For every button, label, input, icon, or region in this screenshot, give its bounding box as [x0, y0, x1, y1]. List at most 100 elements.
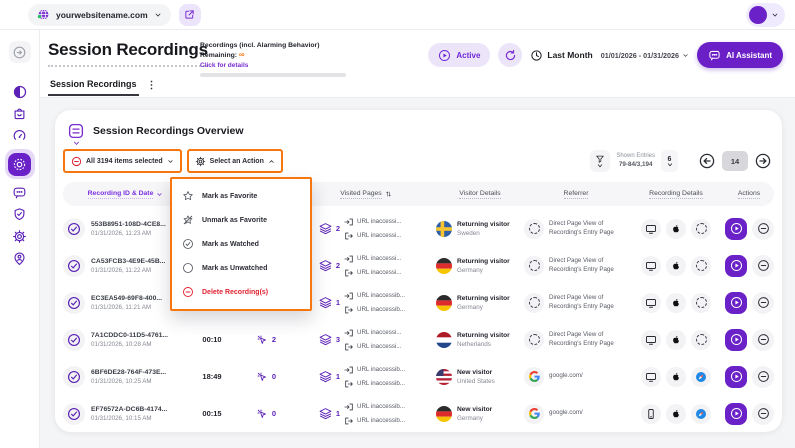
menu-item-unmark-favorite[interactable]: Unmark as Favorite: [172, 208, 310, 232]
sidebar-collapse-button[interactable]: [9, 41, 31, 63]
apple-icon: [666, 219, 686, 239]
header-controls: Active Last Month 01/01/2026 - 01/31/202…: [428, 42, 783, 68]
pagination: Shown Entries 79-84/3,194 6 14: [590, 150, 772, 172]
menu-item-mark-favorite[interactable]: Mark as Favorite: [172, 184, 310, 208]
action-dropdown-menu: Mark as Favorite Unmark as Favorite Mark…: [170, 177, 312, 311]
action-dropdown-button[interactable]: Select an Action: [187, 149, 283, 173]
circle-icon: [182, 262, 194, 274]
exclude-recording-button[interactable]: [752, 329, 774, 351]
desktop-icon: [641, 330, 661, 350]
gear-icon: [12, 229, 27, 244]
column-visitor-details[interactable]: Visitor Details: [436, 190, 524, 199]
apple-icon: [666, 367, 686, 387]
play-recording-button[interactable]: [725, 366, 747, 388]
ai-assistant-button[interactable]: AI Assistant: [697, 42, 783, 68]
play-recording-button[interactable]: [725, 329, 747, 351]
visitor-country: Germany: [457, 267, 510, 274]
flag-germany-icon: [436, 406, 452, 422]
page-count: 3: [336, 335, 340, 344]
open-website-button[interactable]: [179, 4, 201, 26]
exclude-recording-button[interactable]: [752, 403, 774, 425]
refresh-button[interactable]: [498, 43, 522, 67]
menu-item-delete-recordings[interactable]: Delete Recording(s): [172, 280, 310, 304]
click-count: 2: [272, 335, 276, 344]
row-checkbox[interactable]: [63, 329, 85, 351]
exit-url: URL inaccessib...: [357, 306, 405, 313]
selection-dropdown[interactable]: All 3194 items selected: [63, 149, 182, 173]
filter-button[interactable]: [590, 150, 610, 172]
desktop-icon: [641, 367, 661, 387]
menu-item-mark-unwatched[interactable]: Mark as Unwatched: [172, 256, 310, 280]
website-selector[interactable]: yourwebsitename.com: [28, 4, 171, 26]
table-row: EF76572A-DC6B-4174...01/31/2026, 10:15 A…: [63, 395, 774, 432]
column-visited-pages[interactable]: Visited Pages: [296, 190, 436, 199]
chevron-down-icon: [167, 158, 174, 165]
kebab-menu-icon[interactable]: ⋮: [147, 80, 157, 95]
tab-session-recordings[interactable]: Session Recordings: [48, 79, 139, 96]
sidebar-item-chat[interactable]: [9, 182, 31, 203]
play-recording-button[interactable]: [725, 218, 747, 240]
menu-item-mark-watched[interactable]: Mark as Watched: [172, 232, 310, 256]
row-checkbox[interactable]: [63, 403, 85, 425]
entry-page-icon: [344, 402, 354, 412]
page-size-selector[interactable]: 6: [661, 150, 678, 172]
active-status-button[interactable]: Active: [428, 43, 490, 67]
record-icon: [12, 157, 27, 172]
row-checkbox[interactable]: [63, 366, 85, 388]
unknown-browser-icon: [691, 256, 711, 276]
exclude-recording-button[interactable]: [752, 255, 774, 277]
chat-icon: [12, 185, 27, 200]
sidebar-item-session-recordings[interactable]: [5, 149, 35, 179]
sidebar-item-settings[interactable]: [9, 226, 31, 247]
row-checkbox[interactable]: [63, 255, 85, 277]
recording-date: 01/31/2026, 10:28 AM: [91, 341, 168, 348]
period-selector[interactable]: Last Month: [530, 49, 592, 62]
apple-icon: [666, 404, 686, 424]
cursor-click-icon: [256, 371, 268, 383]
layers-icon: [319, 370, 332, 383]
play-recording-button[interactable]: [725, 255, 747, 277]
date-range-selector[interactable]: 01/01/2026 - 01/31/2026: [601, 51, 689, 60]
exclude-recording-button[interactable]: [752, 366, 774, 388]
apple-icon: [666, 293, 686, 313]
play-recording-button[interactable]: [725, 292, 747, 314]
sidebar-item-analytics[interactable]: [9, 125, 31, 146]
minus-circle-icon: [71, 156, 82, 167]
sidebar-item-privacy[interactable]: [9, 204, 31, 225]
exit-url: URL inaccessi...: [357, 343, 401, 350]
recording-id: EF76572A-DC6B-4174...: [91, 406, 167, 413]
chevron-up-icon: [268, 158, 275, 165]
user-menu[interactable]: [746, 3, 785, 27]
visitor-type: New visitor: [457, 369, 495, 376]
remaining-progress-bar: [200, 73, 346, 77]
next-page-button[interactable]: [754, 152, 772, 170]
column-recording-details[interactable]: Recording Details: [628, 190, 724, 199]
unknown-browser-icon: [691, 219, 711, 239]
website-name: yourwebsitename.com: [56, 10, 148, 20]
referrer-text: Direct Page View of Recording's Entry Pa…: [549, 257, 621, 274]
row-checkbox[interactable]: [63, 292, 85, 314]
exit-page-icon: [344, 268, 354, 278]
visitor-country: Germany: [457, 304, 510, 311]
column-referrer[interactable]: Referrer: [524, 190, 628, 199]
referrer-text: Direct Page View of Recording's Entry Pa…: [549, 220, 621, 237]
previous-page-button[interactable]: [698, 152, 716, 170]
remaining-label: Recordings (incl. Alarming Behavior) Rem…: [200, 42, 319, 59]
details-link[interactable]: Click for details: [200, 62, 352, 69]
exclude-recording-button[interactable]: [752, 218, 774, 240]
current-page[interactable]: 14: [722, 151, 748, 171]
play-recording-button[interactable]: [725, 403, 747, 425]
sidebar-item-visitors[interactable]: [9, 248, 31, 269]
exit-url: URL inaccessi...: [357, 269, 401, 276]
row-checkbox[interactable]: [63, 218, 85, 240]
sidebar-item-inbox[interactable]: [9, 103, 31, 124]
layers-icon: [319, 333, 332, 346]
sort-icon: [385, 190, 392, 198]
sidebar-item-dashboard[interactable]: [9, 81, 31, 102]
exclude-recording-button[interactable]: [752, 292, 774, 314]
visitor-country: Germany: [457, 415, 492, 422]
referrer-text: google.com/: [549, 372, 621, 380]
google-icon: [524, 367, 544, 387]
exit-page-icon: [344, 416, 354, 426]
entry-page-icon: [344, 291, 354, 301]
